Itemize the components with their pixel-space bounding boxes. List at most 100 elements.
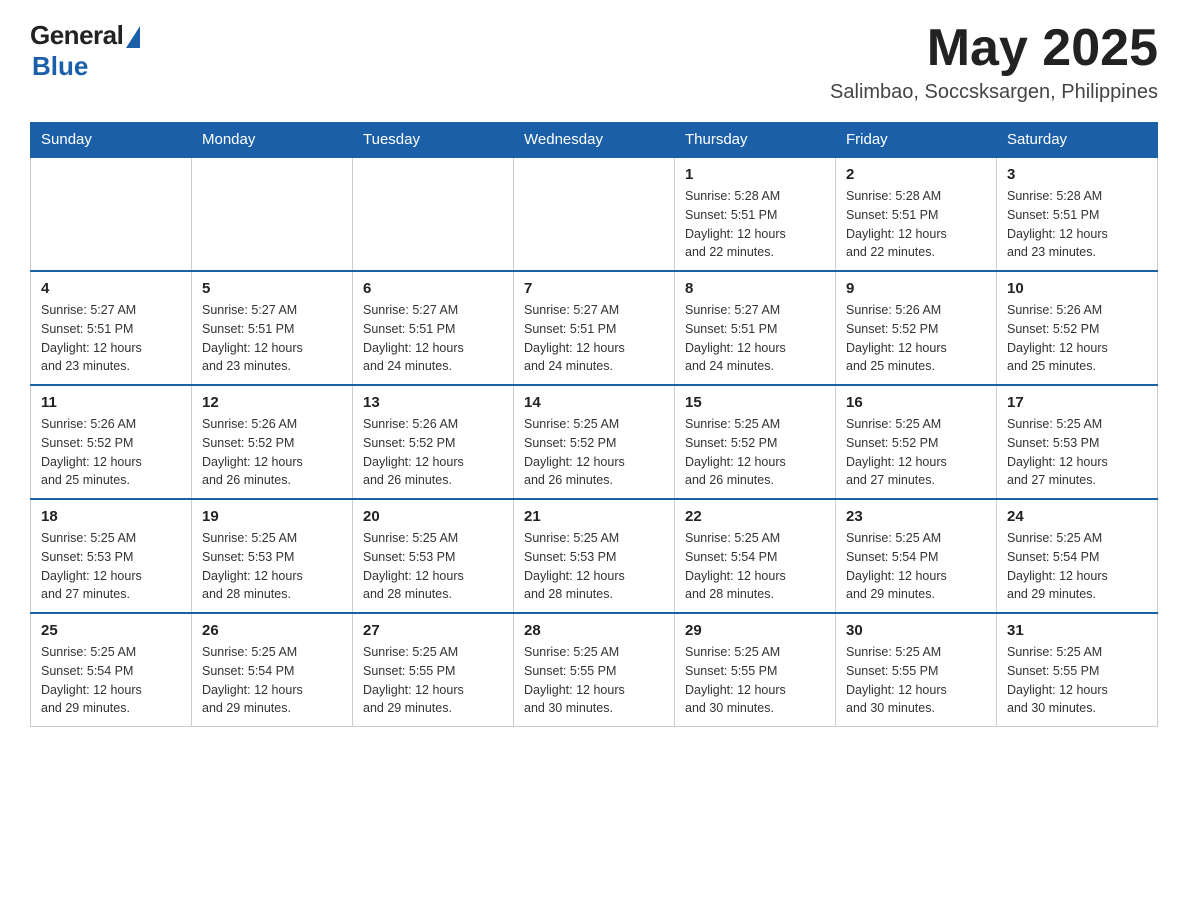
calendar-header-saturday: Saturday	[997, 123, 1158, 158]
calendar-cell: 29 Sunrise: 5:25 AMSunset: 5:55 PMDayligh…	[675, 613, 836, 727]
day-number: 7	[524, 280, 664, 297]
calendar-cell: 6 Sunrise: 5:27 AMSunset: 5:51 PMDaylight…	[353, 271, 514, 385]
day-number: 4	[41, 280, 181, 297]
day-info: Sunrise: 5:25 AMSunset: 5:55 PMDaylight:…	[846, 643, 986, 718]
day-number: 5	[202, 280, 342, 297]
day-number: 17	[1007, 394, 1147, 411]
day-info: Sunrise: 5:28 AMSunset: 5:51 PMDaylight:…	[846, 187, 986, 262]
location-subtitle: Salimbao, Soccsksargen, Philippines	[830, 81, 1158, 104]
day-info: Sunrise: 5:27 AMSunset: 5:51 PMDaylight:…	[363, 301, 503, 376]
calendar-cell: 26Sunrise: 5:25 AMSunset: 5:54 PMDayligh…	[192, 613, 353, 727]
calendar-cell	[514, 157, 675, 271]
day-number: 9	[846, 280, 986, 297]
calendar-cell: 27 Sunrise: 5:25 AMSunset: 5:55 PMDayligh…	[353, 613, 514, 727]
day-number: 8	[685, 280, 825, 297]
day-info: Sunrise: 5:28 AMSunset: 5:51 PMDaylight:…	[1007, 187, 1147, 262]
calendar-cell: 18 Sunrise: 5:25 AMSunset: 5:53 PMDayligh…	[31, 499, 192, 613]
day-number: 16	[846, 394, 986, 411]
day-number: 13	[363, 394, 503, 411]
calendar-cell: 31 Sunrise: 5:25 AMSunset: 5:55 PMDayligh…	[997, 613, 1158, 727]
calendar-cell: 23Sunrise: 5:25 AMSunset: 5:54 PMDayligh…	[836, 499, 997, 613]
calendar-cell: 25Sunrise: 5:25 AMSunset: 5:54 PMDayligh…	[31, 613, 192, 727]
day-number: 19	[202, 508, 342, 525]
day-number: 28	[524, 622, 664, 639]
calendar-cell: 4 Sunrise: 5:27 AMSunset: 5:51 PMDaylight…	[31, 271, 192, 385]
day-number: 15	[685, 394, 825, 411]
week-row-1: 1 Sunrise: 5:28 AMSunset: 5:51 PMDaylight…	[31, 157, 1158, 271]
calendar-cell: 30 Sunrise: 5:25 AMSunset: 5:55 PMDayligh…	[836, 613, 997, 727]
day-info: Sunrise: 5:27 AMSunset: 5:51 PMDaylight:…	[41, 301, 181, 376]
calendar-cell: 14 Sunrise: 5:25 AMSunset: 5:52 PMDayligh…	[514, 385, 675, 499]
day-number: 6	[363, 280, 503, 297]
title-section: May 2025 Salimbao, Soccsksargen, Philipp…	[830, 20, 1158, 104]
day-info: Sunrise: 5:25 AMSunset: 5:55 PMDaylight:…	[685, 643, 825, 718]
day-info: Sunrise: 5:25 AMSunset: 5:54 PMDaylight:…	[846, 529, 986, 604]
day-info: Sunrise: 5:25 AMSunset: 5:52 PMDaylight:…	[846, 415, 986, 490]
calendar-cell: 13 Sunrise: 5:26 AMSunset: 5:52 PMDayligh…	[353, 385, 514, 499]
calendar-cell: 8Sunrise: 5:27 AMSunset: 5:51 PMDaylight…	[675, 271, 836, 385]
calendar-cell: 10Sunrise: 5:26 AMSunset: 5:52 PMDayligh…	[997, 271, 1158, 385]
logo-triangle-icon	[126, 26, 140, 48]
day-info: Sunrise: 5:27 AMSunset: 5:51 PMDaylight:…	[524, 301, 664, 376]
week-row-4: 18 Sunrise: 5:25 AMSunset: 5:53 PMDayligh…	[31, 499, 1158, 613]
calendar-cell: 7 Sunrise: 5:27 AMSunset: 5:51 PMDaylight…	[514, 271, 675, 385]
day-info: Sunrise: 5:25 AMSunset: 5:54 PMDaylight:…	[41, 643, 181, 718]
calendar-cell: 17 Sunrise: 5:25 AMSunset: 5:53 PMDayligh…	[997, 385, 1158, 499]
calendar-cell: 5 Sunrise: 5:27 AMSunset: 5:51 PMDaylight…	[192, 271, 353, 385]
day-info: Sunrise: 5:25 AMSunset: 5:54 PMDaylight:…	[202, 643, 342, 718]
calendar-cell: 11Sunrise: 5:26 AMSunset: 5:52 PMDayligh…	[31, 385, 192, 499]
day-number: 1	[685, 166, 825, 183]
page-header: General Blue May 2025 Salimbao, Soccsksa…	[30, 20, 1158, 104]
day-number: 3	[1007, 166, 1147, 183]
calendar-cell: 21Sunrise: 5:25 AMSunset: 5:53 PMDayligh…	[514, 499, 675, 613]
calendar-header-monday: Monday	[192, 123, 353, 158]
calendar-cell: 9 Sunrise: 5:26 AMSunset: 5:52 PMDaylight…	[836, 271, 997, 385]
calendar-cell: 19 Sunrise: 5:25 AMSunset: 5:53 PMDayligh…	[192, 499, 353, 613]
week-row-2: 4 Sunrise: 5:27 AMSunset: 5:51 PMDaylight…	[31, 271, 1158, 385]
day-info: Sunrise: 5:26 AMSunset: 5:52 PMDaylight:…	[1007, 301, 1147, 376]
logo: General Blue	[30, 20, 140, 82]
day-info: Sunrise: 5:25 AMSunset: 5:54 PMDaylight:…	[685, 529, 825, 604]
day-number: 18	[41, 508, 181, 525]
day-info: Sunrise: 5:25 AMSunset: 5:55 PMDaylight:…	[524, 643, 664, 718]
day-info: Sunrise: 5:26 AMSunset: 5:52 PMDaylight:…	[846, 301, 986, 376]
day-info: Sunrise: 5:25 AMSunset: 5:55 PMDaylight:…	[363, 643, 503, 718]
calendar-cell: 28 Sunrise: 5:25 AMSunset: 5:55 PMDayligh…	[514, 613, 675, 727]
day-info: Sunrise: 5:26 AMSunset: 5:52 PMDaylight:…	[41, 415, 181, 490]
logo-blue-text: Blue	[32, 51, 88, 82]
calendar-cell: 3 Sunrise: 5:28 AMSunset: 5:51 PMDaylight…	[997, 157, 1158, 271]
day-info: Sunrise: 5:25 AMSunset: 5:53 PMDaylight:…	[202, 529, 342, 604]
day-info: Sunrise: 5:27 AMSunset: 5:51 PMDaylight:…	[202, 301, 342, 376]
calendar-cell	[353, 157, 514, 271]
day-info: Sunrise: 5:25 AMSunset: 5:52 PMDaylight:…	[524, 415, 664, 490]
calendar-cell	[31, 157, 192, 271]
day-number: 31	[1007, 622, 1147, 639]
calendar-header-tuesday: Tuesday	[353, 123, 514, 158]
day-number: 12	[202, 394, 342, 411]
day-info: Sunrise: 5:28 AMSunset: 5:51 PMDaylight:…	[685, 187, 825, 262]
day-info: Sunrise: 5:25 AMSunset: 5:55 PMDaylight:…	[1007, 643, 1147, 718]
calendar-cell: 22Sunrise: 5:25 AMSunset: 5:54 PMDayligh…	[675, 499, 836, 613]
week-row-3: 11Sunrise: 5:26 AMSunset: 5:52 PMDayligh…	[31, 385, 1158, 499]
day-number: 21	[524, 508, 664, 525]
calendar-cell: 20Sunrise: 5:25 AMSunset: 5:53 PMDayligh…	[353, 499, 514, 613]
day-number: 29	[685, 622, 825, 639]
calendar-cell: 24Sunrise: 5:25 AMSunset: 5:54 PMDayligh…	[997, 499, 1158, 613]
day-number: 2	[846, 166, 986, 183]
calendar-table: SundayMondayTuesdayWednesdayThursdayFrid…	[30, 122, 1158, 727]
calendar-header-wednesday: Wednesday	[514, 123, 675, 158]
calendar-cell: 16 Sunrise: 5:25 AMSunset: 5:52 PMDayligh…	[836, 385, 997, 499]
day-info: Sunrise: 5:26 AMSunset: 5:52 PMDaylight:…	[363, 415, 503, 490]
day-info: Sunrise: 5:25 AMSunset: 5:53 PMDaylight:…	[1007, 415, 1147, 490]
week-row-5: 25Sunrise: 5:25 AMSunset: 5:54 PMDayligh…	[31, 613, 1158, 727]
day-info: Sunrise: 5:25 AMSunset: 5:53 PMDaylight:…	[41, 529, 181, 604]
day-number: 14	[524, 394, 664, 411]
logo-general-text: General	[30, 20, 123, 51]
day-info: Sunrise: 5:25 AMSunset: 5:54 PMDaylight:…	[1007, 529, 1147, 604]
calendar-cell: 12Sunrise: 5:26 AMSunset: 5:52 PMDayligh…	[192, 385, 353, 499]
calendar-cell: 1 Sunrise: 5:28 AMSunset: 5:51 PMDaylight…	[675, 157, 836, 271]
calendar-header-sunday: Sunday	[31, 123, 192, 158]
day-number: 30	[846, 622, 986, 639]
calendar-cell: 15Sunrise: 5:25 AMSunset: 5:52 PMDayligh…	[675, 385, 836, 499]
day-number: 27	[363, 622, 503, 639]
